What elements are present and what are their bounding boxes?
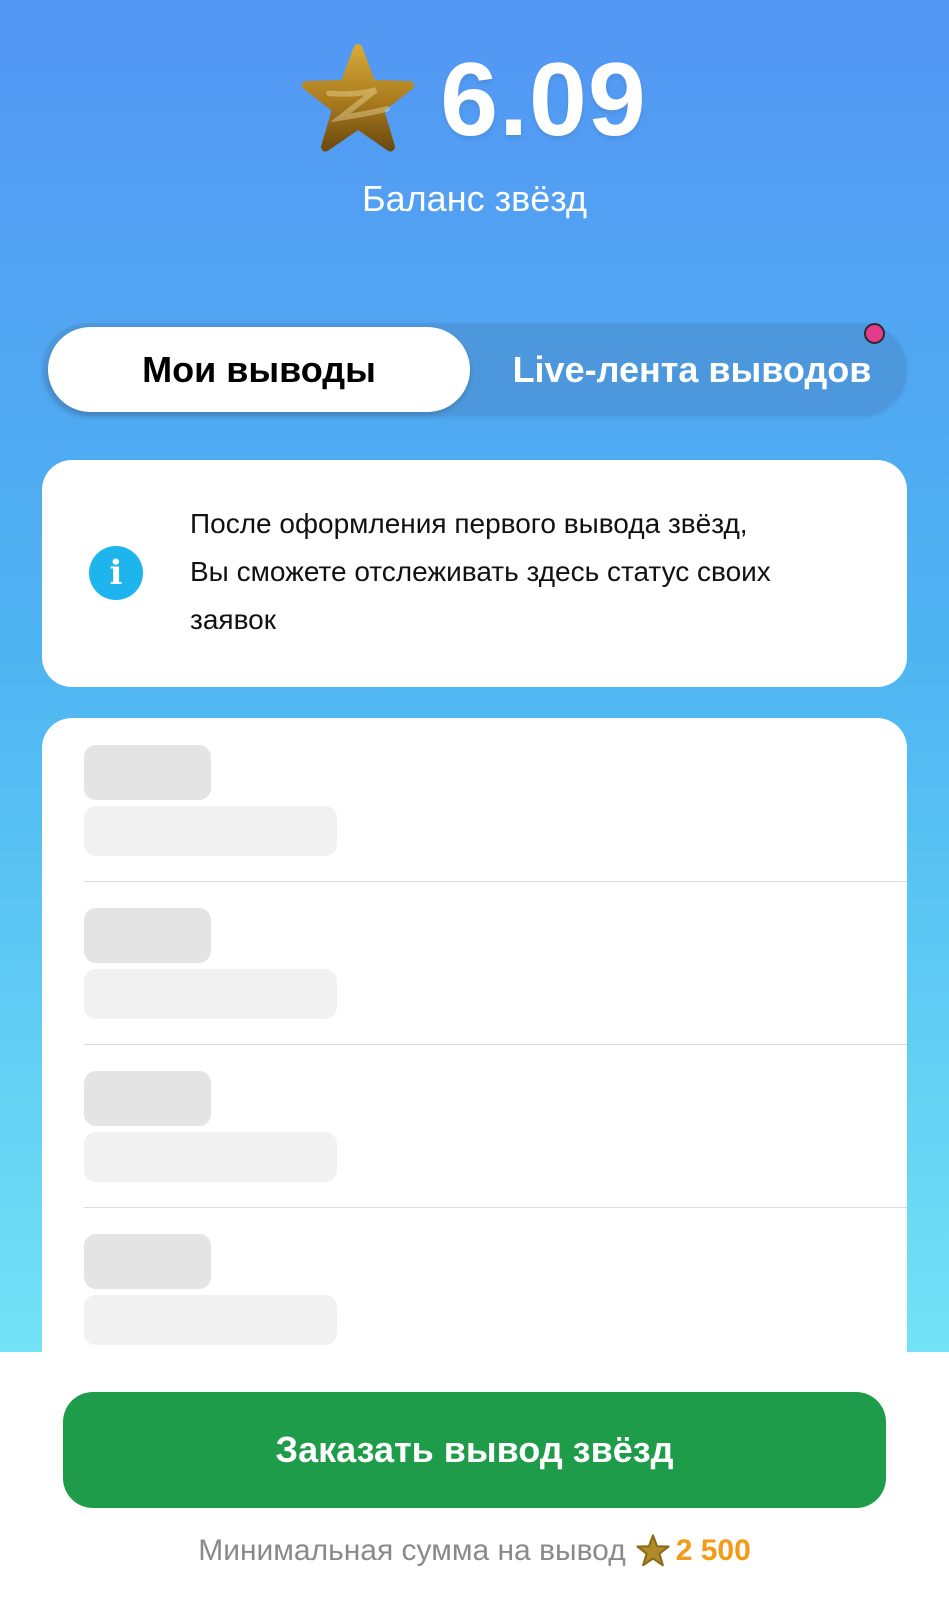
list-item-skeleton bbox=[84, 881, 907, 1045]
skeleton-subtitle bbox=[84, 1295, 337, 1345]
list-item-skeleton bbox=[84, 718, 907, 882]
skeleton-subtitle bbox=[84, 969, 337, 1019]
info-line: заявок bbox=[190, 604, 276, 635]
skeleton-subtitle bbox=[84, 1132, 337, 1182]
star-icon bbox=[302, 44, 415, 152]
list-item-skeleton bbox=[84, 1207, 907, 1371]
skeleton-title bbox=[84, 908, 211, 963]
tab-live-feed[interactable]: Live-лента выводов bbox=[482, 327, 902, 412]
min-amount-line: Минимальная сумма на вывод 2 500 bbox=[0, 1534, 949, 1568]
info-icon: i bbox=[89, 546, 143, 600]
info-line: Вы сможете отслеживать здесь статус свои… bbox=[190, 556, 771, 587]
info-card: i После оформления первого вывода звёзд,… bbox=[42, 460, 907, 687]
list-item-skeleton bbox=[84, 1044, 907, 1208]
notification-dot bbox=[864, 323, 885, 344]
skeleton-title bbox=[84, 1071, 211, 1126]
min-amount-label: Минимальная сумма на вывод bbox=[198, 1534, 626, 1567]
tab-my-withdrawals[interactable]: Мои выводы bbox=[48, 327, 470, 412]
info-message: После оформления первого вывода звёзд, В… bbox=[190, 500, 890, 644]
bottom-panel: Заказать вывод звёзд Минимальная сумма н… bbox=[0, 1352, 949, 1600]
min-amount-value: 2 500 bbox=[675, 1534, 751, 1567]
skeleton-subtitle bbox=[84, 806, 337, 856]
skeleton-title bbox=[84, 1234, 211, 1289]
tab-bar: Мои выводы Live-лента выводов bbox=[42, 323, 907, 416]
balance-value: 6.09 bbox=[440, 42, 647, 158]
info-line: После оформления первого вывода звёзд, bbox=[190, 508, 748, 539]
balance-display: 6.09 bbox=[0, 40, 949, 160]
skeleton-title bbox=[84, 745, 211, 800]
balance-label: Баланс звёзд bbox=[362, 178, 587, 219]
star-icon bbox=[636, 1534, 670, 1567]
order-withdrawal-button[interactable]: Заказать вывод звёзд bbox=[63, 1392, 886, 1508]
withdrawals-list bbox=[42, 718, 907, 1418]
